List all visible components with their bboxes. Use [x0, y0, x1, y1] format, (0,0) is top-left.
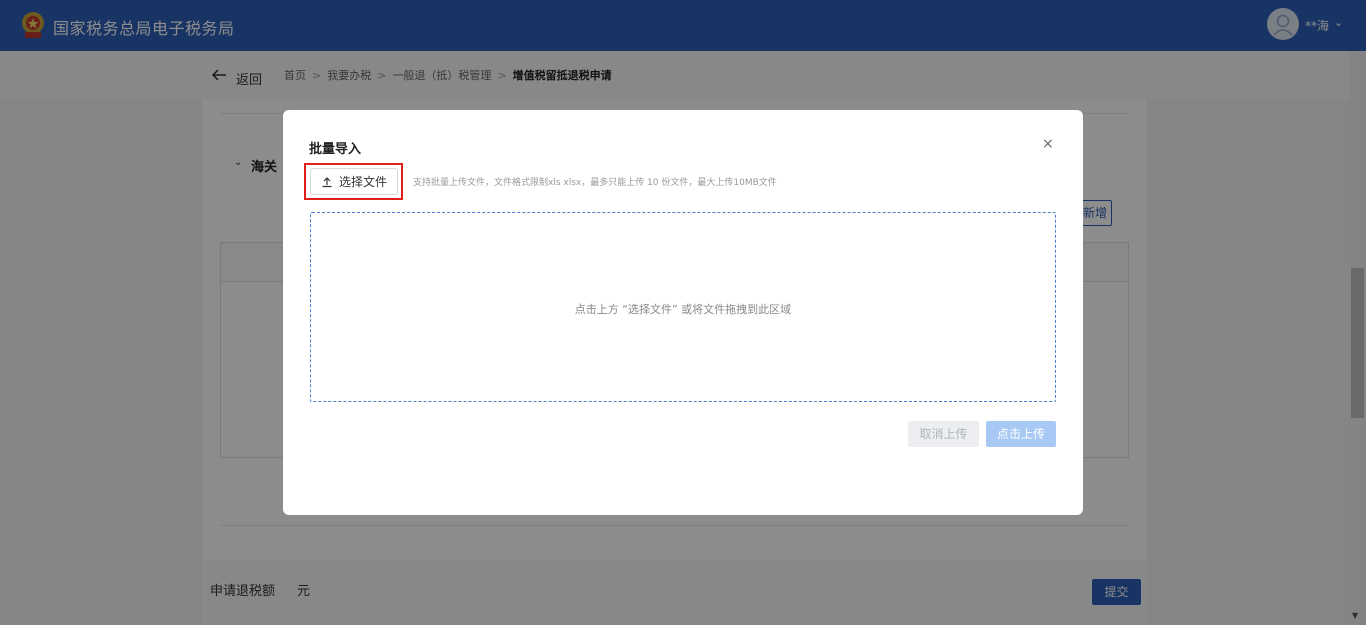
- cancel-upload-button[interactable]: 取消上传: [908, 421, 979, 447]
- choose-file-button[interactable]: 选择文件: [310, 168, 398, 195]
- close-icon[interactable]: ×: [1042, 136, 1054, 152]
- drop-zone-text: 点击上方 “选择文件” 或将文件拖拽到此区域: [574, 303, 792, 316]
- choose-file-label: 选择文件: [338, 175, 387, 189]
- upload-icon: [322, 176, 332, 187]
- upload-hint: 支持批量上传文件，文件格式限制xls xlsx，最多只能上传 10 份文件，最大…: [413, 178, 777, 188]
- batch-import-dialog: 批量导入 × 选择文件 支持批量上传文件，文件格式限制xls xlsx，最多只能…: [283, 110, 1083, 515]
- confirm-upload-button[interactable]: 点击上传: [986, 421, 1056, 447]
- dialog-title: 批量导入: [309, 142, 362, 157]
- file-drop-zone[interactable]: 点击上方 “选择文件” 或将文件拖拽到此区域: [310, 212, 1056, 402]
